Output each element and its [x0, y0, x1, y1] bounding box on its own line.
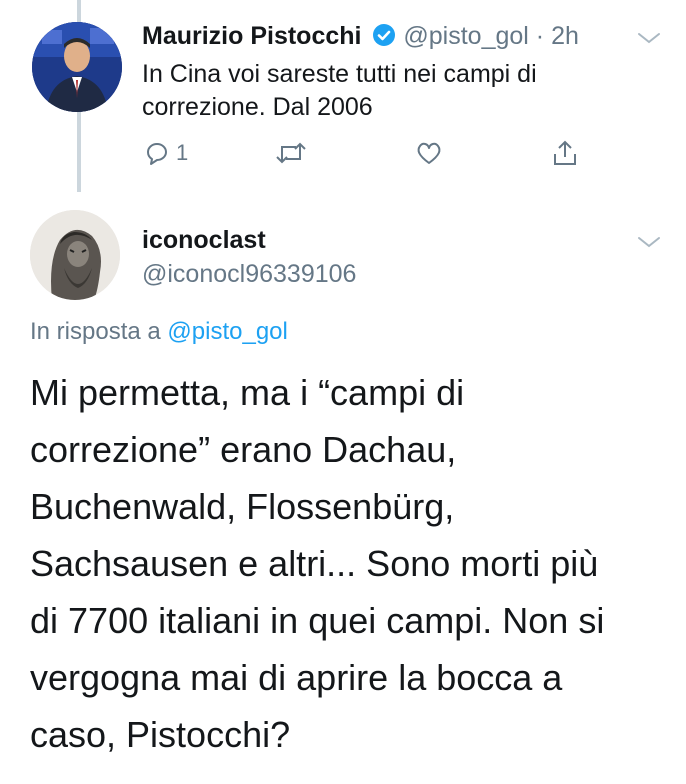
tweet2-text-line: caso, Pistocchi? — [30, 714, 291, 755]
avatar-pistocchi[interactable] — [32, 22, 122, 112]
like-button[interactable] — [414, 138, 444, 168]
tweet2-text-line: vergogna mai di aprire la bocca a — [30, 657, 563, 698]
tweet2-menu-chevron-icon[interactable] — [636, 234, 662, 250]
tweet2-text-line: Sachsausen e altri... Sono morti più — [30, 543, 599, 584]
thread-line — [77, 112, 81, 192]
tweet2-text-line: Mi permetta, ma i “campi di — [30, 372, 465, 413]
tweet1-time[interactable]: 2h — [551, 22, 579, 50]
tweet1-text-line1: In Cina voi sareste tutti nei campi di — [142, 60, 537, 88]
tweet2-text-line: di 7700 italiani in quei campi. Non si — [30, 600, 605, 641]
tweet2-handle[interactable]: @iconocl96339106 — [142, 260, 356, 289]
tweet1-separator: · — [535, 22, 545, 50]
avatar-iconoclast[interactable] — [30, 210, 120, 300]
reply-to-handle-link[interactable]: @pisto_gol — [167, 318, 287, 345]
tweet1-handle[interactable]: @pisto_gol — [403, 22, 528, 50]
reply-count: 1 — [176, 140, 189, 165]
tweet1-actions: 1 — [142, 138, 582, 178]
tweet1-author-name[interactable]: Maurizio Pistocchi — [142, 22, 361, 50]
tweet2-text-line: correzione” erano Dachau, — [30, 429, 457, 470]
tweet2-text: Mi permetta, ma i “campi di correzione” … — [30, 364, 666, 763]
share-button[interactable] — [550, 138, 580, 168]
thread-line-top — [77, 0, 81, 22]
retweet-button[interactable] — [274, 138, 308, 168]
share-icon — [554, 140, 576, 165]
tweet2-text-line: Buchenwald, Flossenbürg, — [30, 486, 455, 527]
reply-button[interactable]: 1 — [142, 138, 188, 168]
retweet-icon — [276, 142, 306, 164]
heart-icon — [417, 142, 441, 164]
verified-badge-icon — [372, 23, 396, 54]
tweet2-author-name[interactable]: iconoclast — [142, 226, 266, 255]
tweet1-text: In Cina voi sareste tutti nei campi di c… — [142, 58, 642, 124]
reply-to-label: In risposta a — [30, 318, 161, 345]
tweet1-text-line2: correzione. Dal 2006 — [142, 93, 373, 121]
reply-icon — [146, 143, 167, 165]
tweet1-header: Maurizio Pistocchi @pisto_gol · 2h — [142, 22, 579, 54]
reply-context: In risposta a @pisto_gol — [30, 318, 288, 346]
tweet1-menu-chevron-icon[interactable] — [636, 30, 662, 46]
